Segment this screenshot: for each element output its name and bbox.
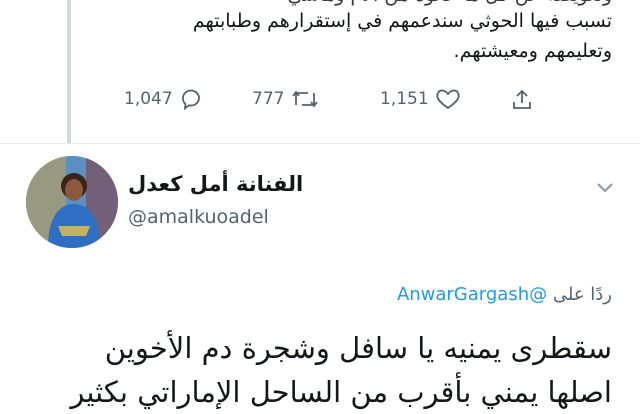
retweet-icon xyxy=(292,90,319,108)
more-options-button[interactable] xyxy=(595,180,615,199)
reply-icon xyxy=(181,89,200,110)
like-icon xyxy=(436,89,460,110)
like-count: 1,151 xyxy=(380,89,429,109)
user-handle[interactable]: @amalkuoadel xyxy=(128,206,269,228)
tweet-text-line: سقطرى يمنيه يا سافل وشجرة دم الأخوين xyxy=(104,331,612,365)
top-tweet-text: وتعويضه عن كل ما عانوه من آلام ومآسي تسب… xyxy=(132,0,612,78)
thread-line xyxy=(67,0,71,143)
retweet-count: 777 xyxy=(252,89,285,109)
tweet-text-line: اصلها يمني بأقرب من الساحل الإماراتي بكث… xyxy=(70,375,612,409)
tweet-text-line: وتعليمهم ومعيشتهم. xyxy=(453,40,612,62)
avatar-image xyxy=(26,156,118,248)
chevron-down-icon xyxy=(597,183,613,193)
tweet-text-line: تسبب فيها الحوثي سندعمهم في إستقرارهم وط… xyxy=(192,10,612,32)
avatar[interactable] xyxy=(26,156,118,248)
reply-tweet-text: سقطرى يمنيه يا سافل وشجرة دم الأخوين اصل… xyxy=(12,326,612,414)
reply-count: 1,047 xyxy=(124,89,173,109)
like-button[interactable]: 1,151 xyxy=(380,88,461,110)
share-button[interactable] xyxy=(510,88,534,112)
replying-prefix: ردًا على xyxy=(552,284,612,305)
tweet-text-line: وتعويضه عن كل ما عانوه من آلام ومآسي xyxy=(132,0,612,8)
retweet-button[interactable]: 777 xyxy=(252,88,320,110)
reply-button[interactable]: 1,047 xyxy=(124,88,203,110)
share-icon xyxy=(513,89,531,109)
replying-to: ردًا على @AnwarGargash xyxy=(397,284,612,305)
mention-link[interactable]: @AnwarGargash xyxy=(397,284,547,305)
display-name[interactable]: الفنانة أمل كعدل xyxy=(128,172,303,196)
tweet-actions: 1,047 777 1,151 xyxy=(118,88,548,122)
divider xyxy=(0,143,640,144)
